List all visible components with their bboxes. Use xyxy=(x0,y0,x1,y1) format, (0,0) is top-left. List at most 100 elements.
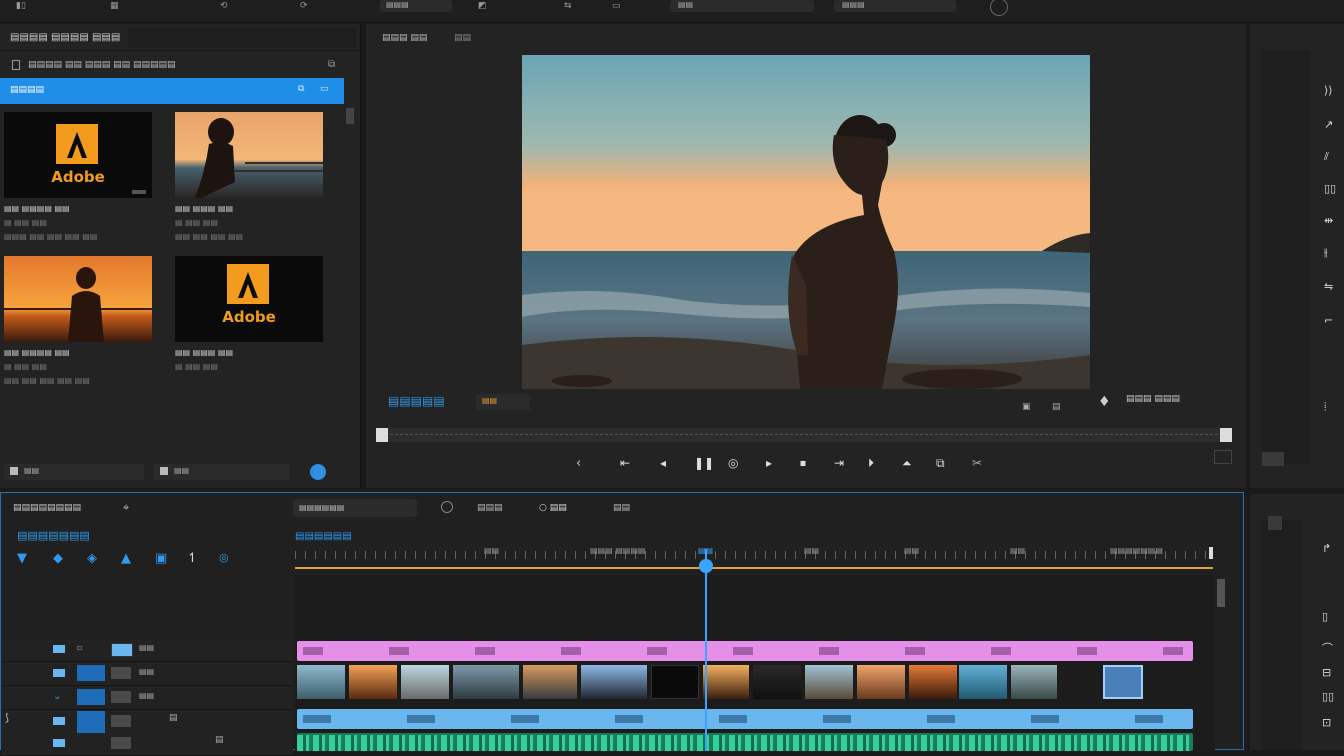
ripple-edit-icon[interactable]: ⫽ xyxy=(1324,150,1329,164)
list-view-toggle[interactable]: ▤▤ xyxy=(4,464,144,480)
snap-tool-icon[interactable]: ◆ xyxy=(53,551,63,566)
monitor-scrubber[interactable] xyxy=(376,428,1232,442)
video-clip[interactable] xyxy=(805,665,853,699)
button-editor-icon[interactable] xyxy=(1214,450,1232,464)
new-bin-icon[interactable]: ▭ xyxy=(320,84,329,94)
track-sync-lock[interactable] xyxy=(77,665,105,681)
clip-thumbnail[interactable] xyxy=(4,256,152,342)
track-solo-icon[interactable]: ⊡ xyxy=(1322,716,1331,729)
track-mute-icon[interactable]: ▯▯ xyxy=(1322,690,1334,703)
pause-icon[interactable]: ❚❚ xyxy=(694,456,714,470)
video-clip[interactable] xyxy=(453,665,519,699)
app-icon[interactable]: ▮▯ xyxy=(16,0,26,14)
track-sync-lock[interactable] xyxy=(77,689,105,705)
audio-link-icon[interactable]: ⟆ xyxy=(5,713,9,724)
settings-icon[interactable]: ♦ xyxy=(1098,394,1111,410)
wrench-icon[interactable]: ↿ xyxy=(187,551,198,566)
snap-icon[interactable] xyxy=(441,501,453,513)
crop-tool-icon[interactable]: ⊟ xyxy=(1322,666,1331,679)
track-mute-toggle[interactable] xyxy=(111,715,131,727)
track-visibility-toggle[interactable] xyxy=(111,691,131,703)
selected-bin[interactable]: ▤▤▤▤ ⧉ ▭ xyxy=(0,78,344,104)
timeline-settings-icon[interactable]: ◎ xyxy=(219,551,229,564)
tab-source[interactable]: ▤▤ xyxy=(454,33,471,43)
zoom-tool-icon[interactable]: ⌒ xyxy=(1322,640,1333,656)
marker-toggle[interactable]: ○ ▤▤ xyxy=(539,503,567,513)
tab-program[interactable]: ▤▤▤ ▤▤ xyxy=(382,33,427,43)
bin-menu-icon[interactable]: ⧉ xyxy=(328,59,335,70)
track-mute-toggle[interactable] xyxy=(111,737,131,749)
playhead[interactable] xyxy=(705,549,707,751)
video-clip[interactable] xyxy=(523,665,577,699)
video-clip[interactable] xyxy=(349,665,397,699)
selected-video-clip[interactable] xyxy=(1103,665,1143,699)
safe-margins-icon[interactable]: ▣ xyxy=(1022,402,1031,412)
video-clip[interactable] xyxy=(909,665,957,699)
selection-tool-icon[interactable]: ⟩⟩ xyxy=(1324,84,1333,97)
track-target-icon[interactable] xyxy=(53,739,65,747)
search-field[interactable]: ▤▤ xyxy=(670,0,814,12)
play-icon[interactable]: ▸ xyxy=(766,456,772,470)
timeline-timecode[interactable]: ▤▤▤▤▤▤▤ xyxy=(17,529,90,542)
out-point-handle[interactable] xyxy=(1220,428,1232,442)
video-preview[interactable] xyxy=(522,55,1090,389)
title-clip[interactable] xyxy=(297,641,1193,661)
transport-back-icon[interactable]: ‹ xyxy=(576,456,581,471)
project-field[interactable]: ▤▤▤ xyxy=(834,0,956,12)
lock-icon[interactable]: ▫ xyxy=(77,643,82,652)
mark-in-icon[interactable]: ⇤ xyxy=(620,456,630,470)
clip-thumbnail[interactable] xyxy=(175,112,323,198)
lift-icon[interactable]: ⏶ xyxy=(902,456,912,471)
hand-tool-icon[interactable]: ⦙ xyxy=(1324,400,1326,414)
video-clip[interactable] xyxy=(857,665,905,699)
shape-tool-icon[interactable]: ▯ xyxy=(1322,610,1328,623)
rolling-edit-icon[interactable]: ▯▯ xyxy=(1324,182,1336,195)
video-clip[interactable] xyxy=(753,665,801,699)
marker-icon[interactable]: ▲ xyxy=(121,551,131,566)
meter-toggle[interactable] xyxy=(1268,516,1282,530)
track-select-icon[interactable]: ↗ xyxy=(1324,118,1333,131)
export-frame-icon[interactable]: ▤ xyxy=(1052,402,1061,412)
zoom-dropdown[interactable]: ▤▤ xyxy=(476,394,530,410)
track-target-icon[interactable]: ⌄ xyxy=(53,691,61,702)
clip-thumbnail[interactable]: Adobe xyxy=(175,256,323,342)
sequence-menu-icon[interactable]: ⌖ xyxy=(123,501,129,515)
monitor-icon[interactable]: ▭ xyxy=(612,0,621,14)
project-scrollbar[interactable] xyxy=(346,108,354,124)
undo-icon[interactable]: ⟲ xyxy=(220,0,228,14)
project-tab[interactable]: ▤▤▤▤ ▤▤▤▤ ▤▤▤ xyxy=(10,32,120,43)
loop-icon[interactable]: ◎ xyxy=(728,456,738,470)
account-icon[interactable] xyxy=(990,0,1008,16)
end-marker[interactable] xyxy=(1209,547,1213,559)
timeline-scrollbar[interactable] xyxy=(1217,579,1225,607)
step-forward-icon[interactable]: ⏵ xyxy=(868,456,874,471)
video-clip[interactable] xyxy=(581,665,647,699)
clip-thumbnail[interactable]: Adobe xyxy=(4,112,152,198)
playhead-handle[interactable] xyxy=(699,559,713,573)
add-media-icon[interactable] xyxy=(310,464,326,480)
step-back-icon[interactable]: ◂ xyxy=(660,456,666,470)
track-target-icon[interactable] xyxy=(53,717,65,725)
time-ruler[interactable] xyxy=(295,545,1215,563)
sequence-tab[interactable]: ▤▤▤▤▤▤▤▤ xyxy=(13,503,81,513)
settings-toggle[interactable]: ▤▤ xyxy=(613,503,630,513)
razor-tool-icon[interactable]: ⫲ xyxy=(1324,246,1328,260)
resolution-dropdown[interactable]: ▤▤▤ ▤▤▤ xyxy=(1126,394,1180,404)
track-visibility-toggle[interactable] xyxy=(111,667,131,679)
folder-icon[interactable] xyxy=(12,60,20,70)
playhead-timecode[interactable]: ▤▤▤▤▤ xyxy=(388,394,445,408)
video-clip[interactable] xyxy=(401,665,449,699)
pen-tool-icon[interactable]: ⌐ xyxy=(1324,314,1333,327)
track-target-icon[interactable] xyxy=(53,645,65,653)
nest-icon[interactable]: ▼ xyxy=(17,551,27,566)
slip-tool-icon[interactable]: ⇋ xyxy=(1324,280,1333,293)
insert-icon[interactable]: ⧉ xyxy=(936,456,945,471)
video-clip[interactable] xyxy=(703,665,749,699)
layout-icon[interactable]: ▦ xyxy=(110,0,119,14)
workspace-field[interactable]: ▤▤▤ xyxy=(380,0,452,12)
rate-stretch-icon[interactable]: ⇹ xyxy=(1324,214,1333,227)
video-clip[interactable] xyxy=(959,665,1007,699)
meter-solo-button[interactable] xyxy=(1262,452,1284,466)
redo-icon[interactable]: ⟳ xyxy=(300,0,308,14)
export-icon[interactable]: ⇆ xyxy=(564,0,572,14)
